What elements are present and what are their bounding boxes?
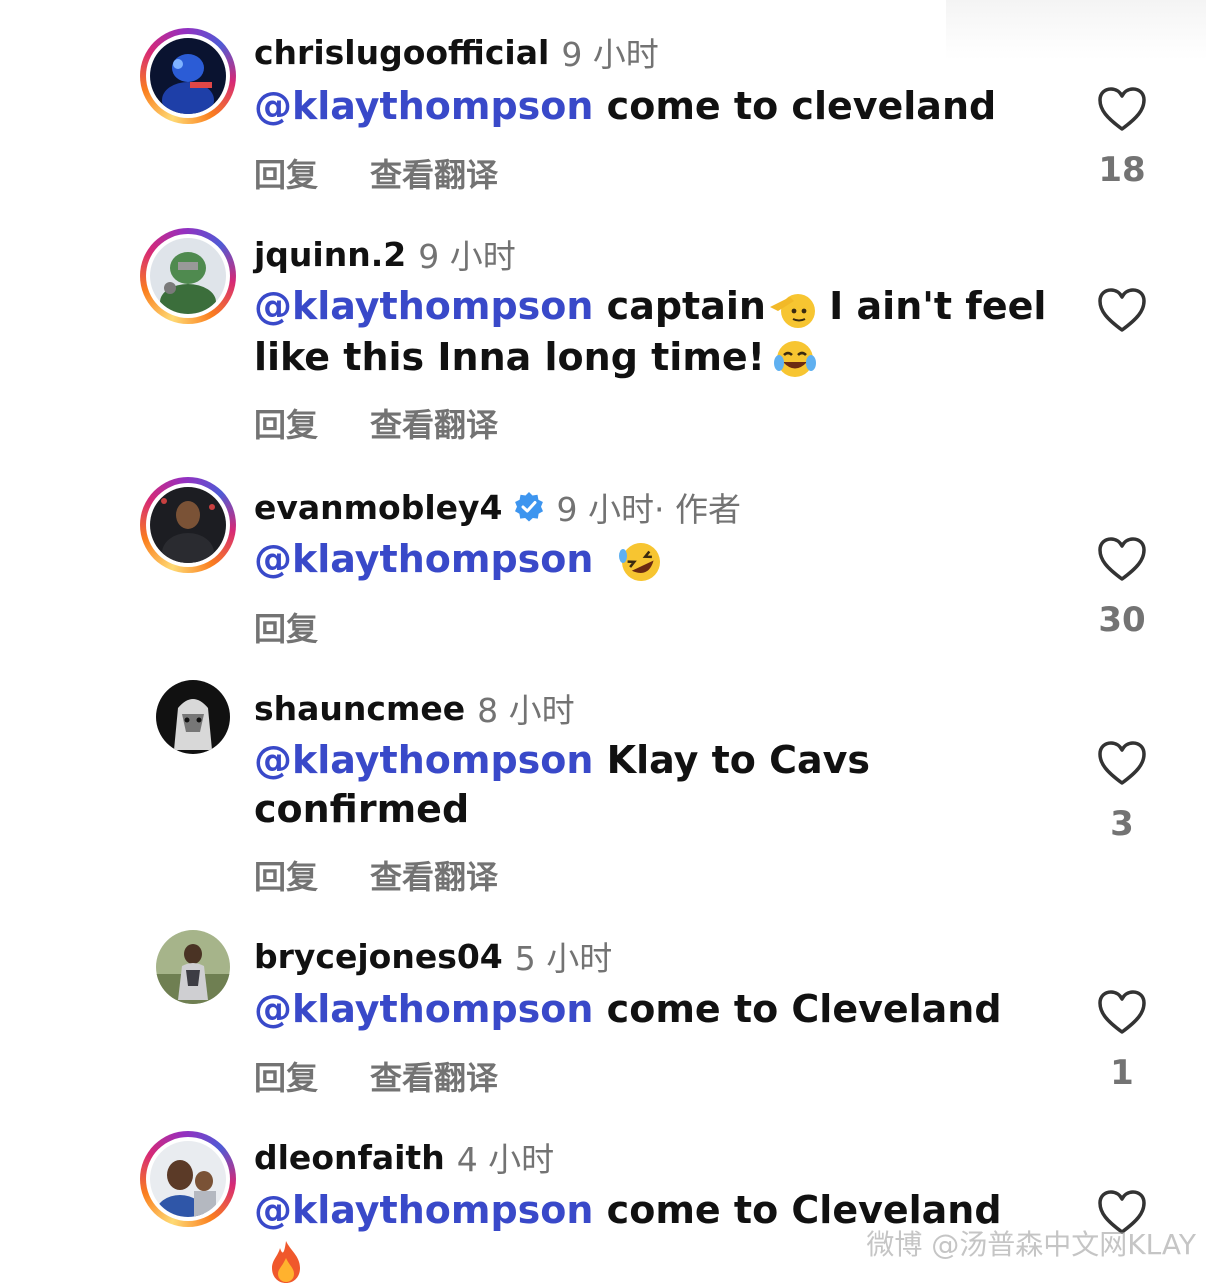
see-translation-button[interactable]: 查看翻译 <box>370 1053 498 1099</box>
heart-outline-icon[interactable] <box>1097 536 1147 582</box>
comment-username[interactable]: jquinn.2 <box>254 235 406 274</box>
comment-username[interactable]: evanmobley4 <box>254 488 503 527</box>
comment-text: @klaythompson <box>254 535 1054 586</box>
comment-text: @klaythompson come to cleveland <box>254 84 997 128</box>
watermark: 微博 @汤普森中文网KLAY <box>866 1228 1196 1261</box>
avatar-image <box>156 680 230 754</box>
comment-time: 9 小时 <box>561 35 659 74</box>
fire-icon <box>272 1240 300 1283</box>
comment-text: @klaythompson Klay to Cavs confirmed <box>254 738 871 831</box>
like-count: 18 <box>1098 150 1146 190</box>
avatar-image <box>150 487 226 563</box>
heart-outline-icon[interactable] <box>1097 989 1147 1035</box>
mention-link[interactable]: @klaythompson <box>254 1188 593 1232</box>
reply-button[interactable]: 回复 <box>254 400 318 446</box>
avatar[interactable] <box>140 1131 236 1227</box>
like-count: 30 <box>1098 600 1146 640</box>
mention-link[interactable]: @klaythompson <box>254 284 593 328</box>
comment-username[interactable]: shauncmee <box>254 689 465 728</box>
avatar[interactable] <box>156 930 230 1004</box>
reply-button[interactable]: 回复 <box>254 1053 318 1099</box>
see-translation-button[interactable]: 查看翻译 <box>370 852 498 898</box>
comment-text: @klaythompson come to Cleveland <box>254 987 1002 1031</box>
rolling-on-floor-laughing-icon <box>618 542 660 581</box>
avatar-image <box>150 1141 226 1217</box>
comment-text: @klaythompson captain I ain't feel like … <box>254 282 1054 383</box>
avatar-image <box>156 930 230 1004</box>
avatar-image <box>150 38 226 114</box>
comment-username[interactable]: brycejones04 <box>254 937 503 976</box>
mention-link[interactable]: @klaythompson <box>254 537 593 581</box>
comment-time: 8 小时 <box>477 691 575 730</box>
like-count: 1 <box>1110 1053 1134 1093</box>
mention-link[interactable]: @klaythompson <box>254 738 593 782</box>
reply-button[interactable]: 回复 <box>254 852 318 898</box>
comment-time: 5 小时 <box>514 939 613 978</box>
reply-button[interactable]: 回复 <box>254 150 318 196</box>
heart-outline-icon[interactable] <box>1097 740 1147 786</box>
comment-username[interactable]: dleonfaith <box>254 1138 445 1177</box>
reply-button[interactable]: 回复 <box>254 604 318 650</box>
avatar[interactable] <box>140 28 236 124</box>
verified-badge-icon <box>514 492 543 522</box>
avatar[interactable] <box>140 228 236 324</box>
heart-outline-icon[interactable] <box>1097 86 1147 132</box>
author-tag: · 作者 <box>654 490 741 529</box>
avatar[interactable] <box>156 680 230 754</box>
comment-username[interactable]: chrislugoofficial <box>254 33 549 72</box>
top-shadow <box>946 0 1206 60</box>
mention-link[interactable]: @klaythompson <box>254 987 593 1031</box>
heart-outline-icon[interactable] <box>1097 287 1147 333</box>
see-translation-button[interactable]: 查看翻译 <box>370 400 498 446</box>
comment-time: 9 小时 <box>418 237 516 276</box>
tears-of-joy-icon <box>774 341 817 377</box>
mention-link[interactable]: @klaythompson <box>254 84 593 128</box>
saluting-face-icon <box>769 293 815 328</box>
see-translation-button[interactable]: 查看翻译 <box>370 150 498 196</box>
comment-time: 9 小时 <box>556 490 655 529</box>
avatar-image <box>150 238 226 314</box>
comment-time: 4 小时 <box>456 1140 555 1179</box>
like-count: 3 <box>1110 804 1134 844</box>
avatar[interactable] <box>140 477 236 573</box>
